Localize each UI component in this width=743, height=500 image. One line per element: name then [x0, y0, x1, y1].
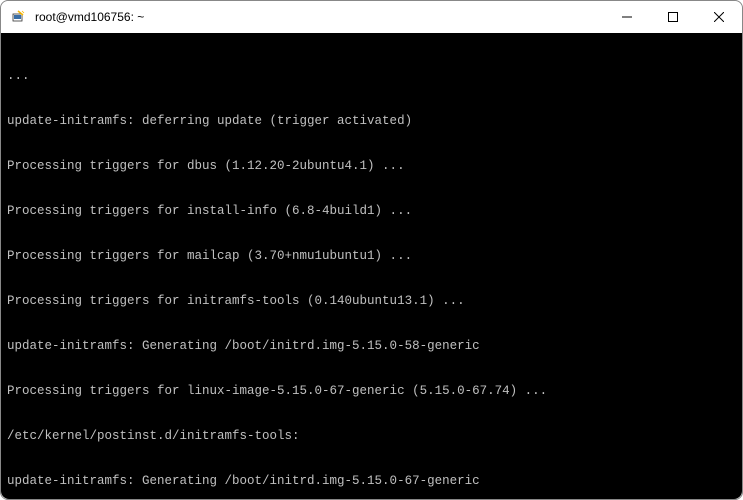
terminal-output-line: update-initramfs: Generating /boot/initr…	[7, 474, 736, 489]
terminal-output-line: Processing triggers for mailcap (3.70+nm…	[7, 249, 736, 264]
window-title: root@vmd106756: ~	[35, 10, 604, 24]
terminal-output-line: Processing triggers for linux-image-5.15…	[7, 384, 736, 399]
terminal-output-line: ...	[7, 69, 736, 84]
terminal-output-line: /etc/kernel/postinst.d/initramfs-tools:	[7, 429, 736, 444]
terminal-output-line: Processing triggers for dbus (1.12.20-2u…	[7, 159, 736, 174]
terminal-output-line: Processing triggers for initramfs-tools …	[7, 294, 736, 309]
window-controls	[604, 1, 742, 33]
window-titlebar: root@vmd106756: ~	[1, 1, 742, 33]
terminal-output-line: update-initramfs: Generating /boot/initr…	[7, 339, 736, 354]
minimize-button[interactable]	[604, 1, 650, 33]
terminal-area[interactable]: ... update-initramfs: deferring update (…	[1, 33, 742, 499]
terminal-output-line: Processing triggers for install-info (6.…	[7, 204, 736, 219]
terminal-output-line: update-initramfs: deferring update (trig…	[7, 114, 736, 129]
close-button[interactable]	[696, 1, 742, 33]
putty-icon	[11, 9, 27, 25]
maximize-button[interactable]	[650, 1, 696, 33]
